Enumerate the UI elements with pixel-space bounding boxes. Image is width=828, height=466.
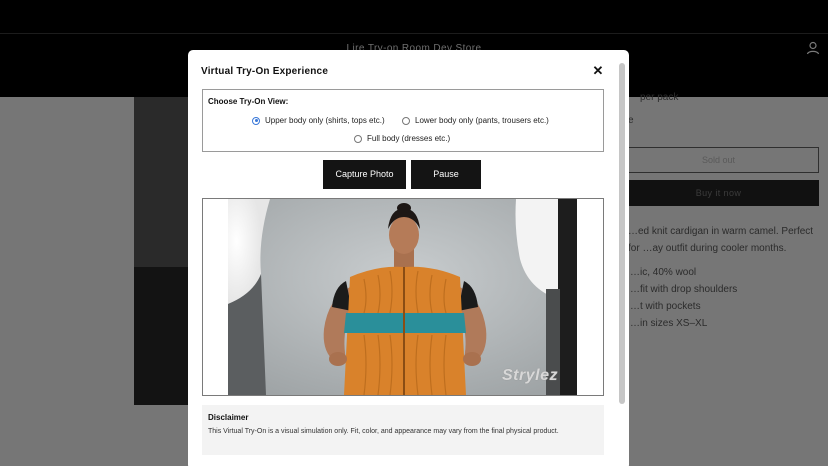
capture-photo-button[interactable]: Capture Photo [323,160,406,189]
product-features: …ic, 40% wool …fit with drop shoulders …… [630,264,737,332]
product-description: …ed knit cardigan in warm camel. Perfect… [628,226,814,254]
radio-label: Upper body only (shirts, tops etc.) [265,116,385,125]
try-on-modal: Virtual Try-On Experience ✕ Choose Try-O… [188,50,629,466]
watermark-logo: Strylez [502,367,558,384]
camera-frame: Strylez [202,198,604,396]
modal-scrollbar[interactable] [618,60,626,466]
radio-full-body[interactable]: Full body (dresses etc.) [354,134,450,143]
account-icon[interactable] [806,41,820,55]
announcement-divider [0,33,828,34]
radio-upper-body[interactable]: Upper body only (shirts, tops etc.) [252,116,385,125]
feature-item: …fit with drop shoulders [630,284,738,295]
feature-item: …t with pockets [630,301,701,312]
disclaimer-title: Disclaimer [208,413,249,422]
radio-checked-icon[interactable] [252,116,260,125]
camera-preview-image [228,199,577,395]
radio-label: Full body (dresses etc.) [367,134,451,143]
radio-lower-body[interactable]: Lower body only (pants, trousers etc.) [402,116,549,125]
view-selector: Choose Try-On View: Upper body only (shi… [202,89,604,152]
feature-item: …ic, 40% wool [630,267,697,278]
camera-feed[interactable]: Strylez [228,199,577,395]
radio-label: Lower body only (pants, trousers etc.) [415,116,549,125]
scrollbar-thumb[interactable] [619,63,625,404]
feature-item: …in sizes XS–XL [630,318,708,329]
close-icon[interactable]: ✕ [591,64,605,78]
view-selector-label: Choose Try-On View: [208,97,289,106]
radio-unchecked-icon[interactable] [402,116,410,125]
sold-out-button[interactable]: Sold out [618,147,819,173]
radio-unchecked-icon[interactable] [354,134,362,143]
disclaimer-text: This Virtual Try-On is a visual simulati… [208,428,559,435]
modal-title: Virtual Try-On Experience [201,66,329,77]
buy-now-button[interactable]: Buy it now [618,180,819,206]
price-fragment: per pack [640,92,679,103]
pause-button[interactable]: Pause [411,160,481,189]
disclaimer-box: Disclaimer This Virtual Try-On is a visu… [202,405,604,455]
